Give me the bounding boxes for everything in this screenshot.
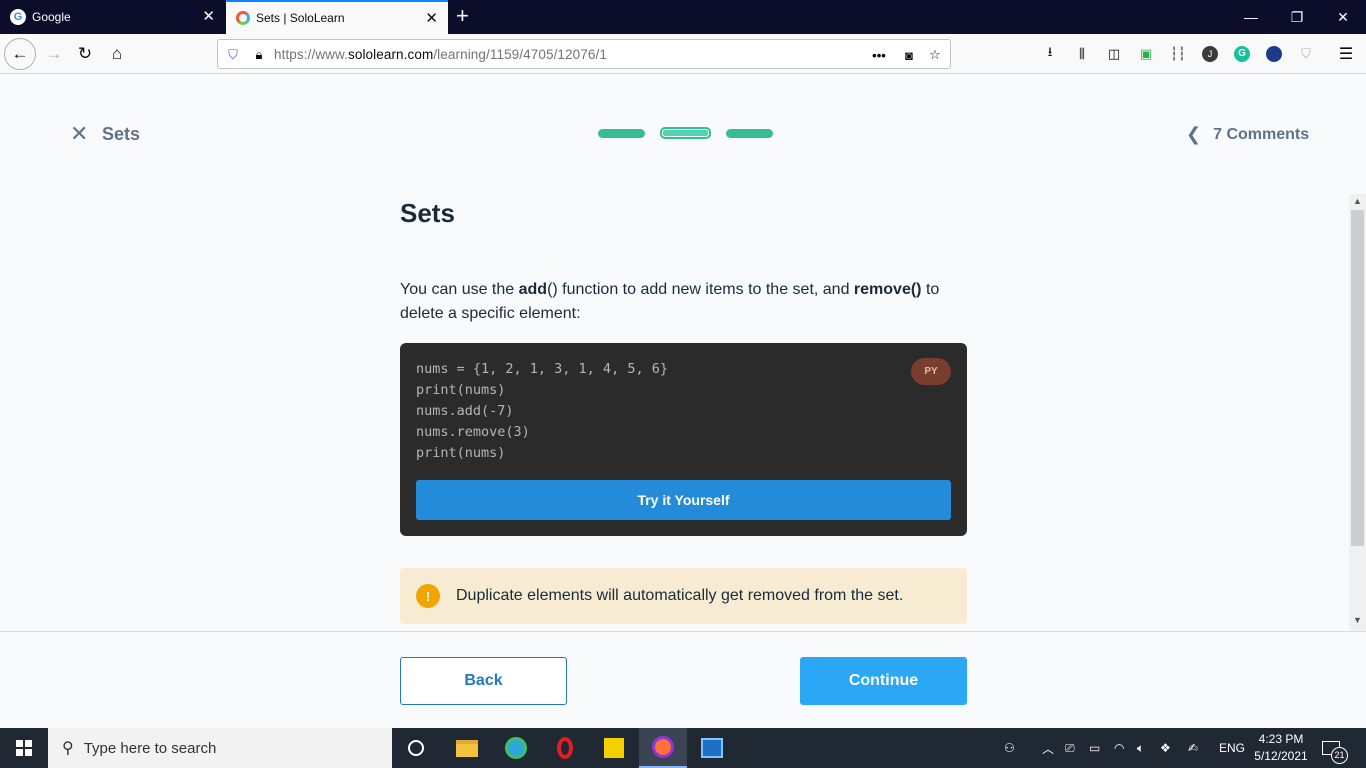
browser-tab-strip: G Google ✕ Sets | SoloLearn ✕ + — ❐ ✕	[0, 0, 1366, 34]
code-line: nums.add(-7)	[416, 403, 514, 419]
url-text[interactable]: https://www.sololearn.com/learning/1159/…	[274, 47, 607, 62]
close-lesson-icon[interactable]: ✕	[70, 123, 88, 145]
file-explorer-icon[interactable]	[443, 728, 491, 768]
warning-icon: !	[416, 584, 440, 608]
input-language[interactable]: ENG	[1219, 728, 1245, 768]
code-line: nums.remove(3)	[416, 424, 530, 440]
pocket-icon[interactable]: ◙	[900, 46, 918, 64]
windows-taskbar: ⚲ Type here to search ⚇ ︿ ⎚ ▭ ◠ 🔈︎ ❖ ✍︎ …	[0, 728, 1366, 768]
close-tab-icon[interactable]: ✕	[202, 9, 215, 24]
restore-icon[interactable]: ❐	[1274, 0, 1320, 34]
photos-icon[interactable]	[688, 728, 736, 768]
lesson-text: You can use the add() function to add ne…	[400, 281, 940, 322]
back-button[interactable]: Back	[400, 657, 567, 705]
tracking-shield-icon[interactable]: ⛉	[224, 46, 242, 64]
library-icon[interactable]: ⫼	[1071, 43, 1093, 65]
search-icon: ⚲	[62, 740, 74, 757]
extension-shield-icon[interactable]: ⛉	[1295, 43, 1317, 65]
code-snippet: nums = {1, 2, 1, 3, 1, 4, 5, 6} print(num…	[400, 343, 967, 536]
dropbox-icon[interactable]: ❖	[1160, 728, 1171, 768]
meet-now-icon[interactable]: ⎚	[1065, 728, 1075, 768]
home-icon[interactable]: ⌂	[101, 38, 133, 70]
url-bar[interactable]: ⛉ 🔒︎ https://www.sololearn.com/learning/…	[217, 39, 951, 69]
windows-start-icon[interactable]	[0, 728, 48, 768]
pen-icon[interactable]: ✍︎	[1188, 728, 1198, 768]
grammarly-icon[interactable]: G	[1231, 43, 1253, 65]
new-tab-icon[interactable]: +	[456, 4, 469, 28]
lock-icon[interactable]: 🔒︎	[250, 46, 268, 64]
account-icon[interactable]: J	[1199, 43, 1221, 65]
bookmark-star-icon[interactable]: ☆	[926, 46, 944, 64]
scroll-up-icon[interactable]: ▲	[1349, 196, 1366, 210]
try-it-yourself-button[interactable]: Try it Yourself	[416, 480, 951, 520]
continue-button[interactable]: Continue	[800, 657, 967, 705]
code-line: print(nums)	[416, 445, 506, 461]
progress-step-2[interactable]	[660, 127, 711, 139]
comments-link[interactable]: ❮ 7 Comments	[1186, 124, 1309, 145]
notification-count: 21	[1331, 747, 1348, 764]
tab-google[interactable]: G Google ✕	[0, 0, 225, 34]
page-actions-icon[interactable]: •••	[870, 46, 888, 64]
extension-video-icon[interactable]: ▣	[1135, 43, 1157, 65]
scrollbar-thumb[interactable]	[1351, 210, 1364, 546]
lesson-page: ✕ Sets ❮ 7 Comments Sets You can use the…	[0, 74, 1366, 728]
page-scrollbar[interactable]: ▲ ▼	[1349, 194, 1366, 631]
opera-icon[interactable]	[541, 728, 589, 768]
minimize-icon[interactable]: —	[1228, 0, 1274, 34]
code-line: print(nums)	[416, 382, 506, 398]
people-icon[interactable]: ⚇	[1004, 728, 1015, 768]
tab-title: Google	[32, 10, 71, 24]
tab-sololearn[interactable]: Sets | SoloLearn ✕	[226, 0, 448, 34]
code-keyword-add: add	[518, 281, 548, 298]
system-clock[interactable]: 4:23 PM 5/12/2021	[1252, 731, 1310, 765]
back-arrow-icon[interactable]: ←	[4, 38, 36, 70]
progress-step-3[interactable]	[726, 129, 773, 138]
forward-arrow-icon[interactable]: →	[38, 38, 70, 70]
lesson-title: Sets	[400, 198, 455, 228]
notification-center-icon[interactable]: 21	[1322, 728, 1348, 768]
extension-blue-icon[interactable]	[1263, 43, 1285, 65]
wifi-icon[interactable]: ◠	[1114, 728, 1124, 768]
sticky-notes-icon[interactable]	[590, 728, 638, 768]
code-keyword-remove: remove()	[853, 281, 922, 298]
info-note: ! Duplicate elements will automatically …	[400, 568, 967, 624]
code-line: nums = {1, 2, 1, 3, 1, 4, 5, 6}	[416, 361, 668, 377]
search-placeholder: Type here to search	[83, 739, 217, 757]
lesson-footer: Back Continue	[0, 631, 1366, 728]
close-tab-icon[interactable]: ✕	[425, 11, 438, 26]
language-badge: PY	[911, 358, 951, 385]
scroll-down-icon[interactable]: ▼	[1349, 615, 1366, 629]
battery-icon[interactable]: ▭	[1089, 728, 1100, 768]
window-close-icon[interactable]: ✕	[1320, 0, 1366, 34]
navigation-bar: ← → ↻ ⌂ ⛉ 🔒︎ https://www.sololearn.com/l…	[0, 34, 1366, 74]
lesson-header-title: Sets	[102, 124, 141, 144]
cortana-icon[interactable]	[392, 728, 440, 768]
sidebar-icon[interactable]: ◫	[1103, 43, 1125, 65]
extension-bars-icon[interactable]: ┆┆	[1167, 43, 1189, 65]
volume-icon[interactable]: 🔈︎	[1137, 728, 1144, 768]
google-icon: G	[10, 9, 26, 25]
download-icon[interactable]: ⭳	[1039, 43, 1061, 65]
comments-label: 7 Comments	[1213, 125, 1310, 143]
clock-date: 5/12/2021	[1254, 749, 1308, 763]
edge-icon[interactable]	[492, 728, 540, 768]
reload-icon[interactable]: ↻	[69, 38, 101, 70]
sololearn-icon	[236, 11, 250, 25]
note-text: Duplicate elements will automatically ge…	[456, 587, 904, 604]
tab-title: Sets | SoloLearn	[256, 11, 345, 25]
menu-icon[interactable]: ☰	[1335, 43, 1357, 65]
clock-time: 4:23 PM	[1258, 732, 1304, 746]
progress-step-1[interactable]	[598, 129, 645, 138]
firefox-icon[interactable]	[639, 728, 687, 768]
taskbar-search-input[interactable]: ⚲ Type here to search	[48, 728, 392, 768]
show-hidden-icons-icon[interactable]: ︿	[1042, 728, 1054, 768]
code-lines: nums = {1, 2, 1, 3, 1, 4, 5, 6} print(num…	[416, 359, 668, 464]
chevron-left-icon: ❮	[1186, 124, 1202, 144]
